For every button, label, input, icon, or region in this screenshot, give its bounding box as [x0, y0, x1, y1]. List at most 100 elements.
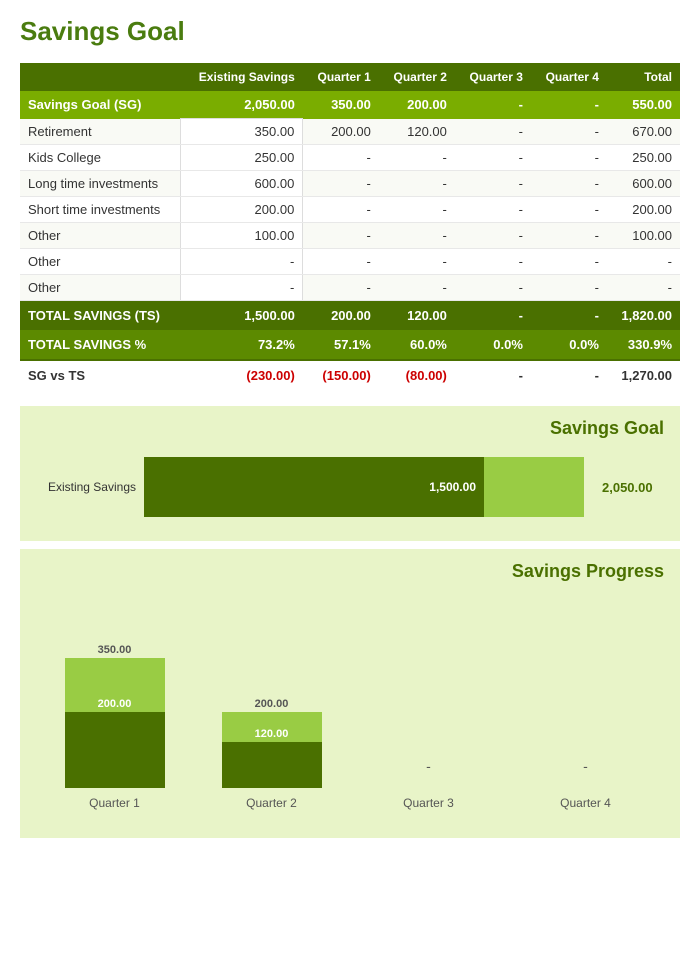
sg-existing: 2,050.00 — [180, 91, 303, 119]
pct-existing: 73.2% — [180, 330, 303, 360]
row-q1: - — [303, 249, 379, 275]
bar-group-q4: - Quarter 4 — [521, 598, 651, 788]
row-existing: 250.00 — [180, 145, 303, 171]
row-q1: 200.00 — [303, 119, 379, 145]
sgvts-total: 1,270.00 — [607, 360, 680, 390]
table-row: Other 100.00 - - - - 100.00 — [20, 223, 680, 249]
savings-table: Existing Savings Quarter 1 Quarter 2 Qua… — [20, 63, 680, 390]
hbar-remaining — [484, 457, 584, 517]
bar-actual-val-q2: 120.00 — [255, 728, 289, 740]
bar-wrapper-q1: 350.00 200.00 — [50, 618, 180, 788]
hbar-label: Existing Savings — [36, 480, 136, 494]
col-header-q1: Quarter 1 — [303, 63, 379, 91]
table-row: Other - - - - - - — [20, 275, 680, 301]
table-header-row: Existing Savings Quarter 1 Quarter 2 Qua… — [20, 63, 680, 91]
bar-wrapper-q3: - — [364, 618, 494, 788]
total-q2: 120.00 — [379, 301, 455, 331]
table-row: Other - - - - - - — [20, 249, 680, 275]
pct-q3: 0.0% — [455, 330, 531, 360]
row-total: 670.00 — [607, 119, 680, 145]
bar-group-q2: 200.00 120.00 Quarter 2 — [207, 598, 337, 788]
row-label: Other — [20, 249, 180, 275]
total-q3: - — [455, 301, 531, 331]
bar-goal-val-q1: 350.00 — [98, 644, 132, 656]
row-total: 600.00 — [607, 171, 680, 197]
bar-wrapper-q4: - — [521, 618, 651, 788]
table-row: Retirement 350.00 200.00 120.00 - - 670.… — [20, 119, 680, 145]
row-q3: - — [455, 275, 531, 301]
row-q3: - — [455, 197, 531, 223]
bar-group-q3: - Quarter 3 — [364, 598, 494, 788]
pct-label: TOTAL SAVINGS % — [20, 330, 180, 360]
row-q4: - — [531, 197, 607, 223]
row-q2: - — [379, 145, 455, 171]
row-q1: - — [303, 223, 379, 249]
pct-q4: 0.0% — [531, 330, 607, 360]
row-q3: - — [455, 249, 531, 275]
bar-dash-q4: - — [583, 758, 588, 774]
pct-total: 330.9% — [607, 330, 680, 360]
row-q4: - — [531, 119, 607, 145]
savings-goal-chart: Savings Goal Existing Savings 1,500.00 2… — [20, 406, 680, 541]
savings-goal-row: Savings Goal (SG) 2,050.00 350.00 200.00… — [20, 91, 680, 119]
sg-q4: - — [531, 91, 607, 119]
total-q1: 200.00 — [303, 301, 379, 331]
savings-progress-title: Savings Progress — [36, 561, 664, 582]
total-savings-pct-row: TOTAL SAVINGS % 73.2% 57.1% 60.0% 0.0% 0… — [20, 330, 680, 360]
row-q2: - — [379, 171, 455, 197]
bar-wrapper-q2: 200.00 120.00 — [207, 618, 337, 788]
col-header-q2: Quarter 2 — [379, 63, 455, 91]
sgvts-q1: (150.00) — [303, 360, 379, 390]
row-q1: - — [303, 197, 379, 223]
hbar-filled-value: 1,500.00 — [429, 480, 476, 494]
row-total: 250.00 — [607, 145, 680, 171]
sgvts-q2: (80.00) — [379, 360, 455, 390]
total-total: 1,820.00 — [607, 301, 680, 331]
sgvts-q3: - — [455, 360, 531, 390]
bar-dash-q3: - — [426, 758, 431, 774]
total-q4: - — [531, 301, 607, 331]
row-total: 100.00 — [607, 223, 680, 249]
sgvts-label: SG vs TS — [20, 360, 180, 390]
row-q3: - — [455, 223, 531, 249]
bar-actual-q2 — [222, 742, 322, 788]
row-q3: - — [455, 145, 531, 171]
col-header-label — [20, 63, 180, 91]
row-label: Other — [20, 275, 180, 301]
table-row: Kids College 250.00 - - - - 250.00 — [20, 145, 680, 171]
sg-q3: - — [455, 91, 531, 119]
row-total: 200.00 — [607, 197, 680, 223]
sg-label: Savings Goal (SG) — [20, 91, 180, 119]
row-q3: - — [455, 171, 531, 197]
bar-xlabel-q2: Quarter 2 — [246, 796, 297, 810]
row-existing: 350.00 — [180, 119, 303, 145]
row-label: Retirement — [20, 119, 180, 145]
col-header-existing: Existing Savings — [180, 63, 303, 91]
row-q2: - — [379, 223, 455, 249]
row-q4: - — [531, 223, 607, 249]
row-q3: - — [455, 119, 531, 145]
row-q2: 120.00 — [379, 119, 455, 145]
row-q2: - — [379, 275, 455, 301]
row-q1: - — [303, 145, 379, 171]
bar-xlabel-q4: Quarter 4 — [560, 796, 611, 810]
hbar-goal-label: 2,050.00 — [602, 480, 653, 495]
table-row: Long time investments 600.00 - - - - 600… — [20, 171, 680, 197]
row-label: Long time investments — [20, 171, 180, 197]
row-q4: - — [531, 275, 607, 301]
row-q4: - — [531, 171, 607, 197]
sg-vs-ts-row: SG vs TS (230.00) (150.00) (80.00) - - 1… — [20, 360, 680, 390]
row-existing: - — [180, 275, 303, 301]
total-label: TOTAL SAVINGS (TS) — [20, 301, 180, 331]
bar-actual-q1 — [65, 712, 165, 788]
row-existing: 600.00 — [180, 171, 303, 197]
bar-group-q1: 350.00 200.00 Quarter 1 — [50, 598, 180, 788]
row-label: Kids College — [20, 145, 180, 171]
hbar-filled: 1,500.00 — [144, 457, 484, 517]
sg-q1: 350.00 — [303, 91, 379, 119]
hbar-track: 1,500.00 — [144, 457, 584, 517]
pct-q1: 57.1% — [303, 330, 379, 360]
bar-chart-area: 350.00 200.00 Quarter 1 200.00 120.00 Qu… — [36, 598, 664, 818]
pct-q2: 60.0% — [379, 330, 455, 360]
row-q4: - — [531, 145, 607, 171]
